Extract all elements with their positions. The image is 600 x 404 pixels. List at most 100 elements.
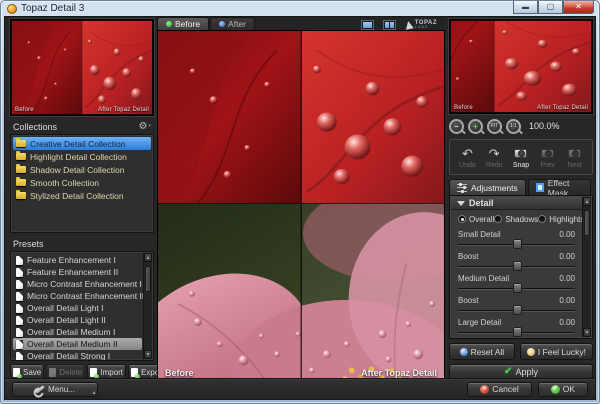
slider-handle[interactable]	[513, 305, 522, 315]
next-button[interactable]: Next	[561, 142, 588, 172]
scroll-thumb[interactable]	[145, 266, 151, 292]
save-icon	[13, 368, 20, 377]
preset-item[interactable]: Feature Enhancement II	[13, 266, 142, 278]
tab-after[interactable]: After	[210, 17, 255, 30]
zoom-fit-icon[interactable]: FIT	[487, 119, 502, 134]
slider-row: Small Detail 0.00	[458, 230, 575, 250]
slider-label: Medium Detail	[458, 274, 509, 283]
slider-value: 0.00	[559, 318, 575, 327]
preset-item[interactable]: Feature Enhancement I	[13, 254, 142, 266]
left-preview-thumbnail[interactable]: Before After Topaz Detail	[10, 19, 154, 116]
zoom-actual-icon[interactable]: 1:1	[506, 119, 521, 134]
slider-value: 0.00	[559, 230, 575, 239]
tab-effect-mask[interactable]: Effect Mask	[528, 179, 591, 195]
zoom-controls: − + FIT 1:1 100.0%	[449, 117, 593, 135]
thumb-before-label: Before	[454, 105, 473, 111]
title-bar[interactable]: Topaz Detail 3	[1, 1, 599, 16]
file-icon	[16, 316, 23, 325]
mode-shadows[interactable]: Shadows	[494, 215, 538, 224]
slider-handle[interactable]	[513, 261, 522, 271]
slider-value: 0.00	[559, 252, 575, 261]
presets-scrollbar[interactable]: ▲ ▼	[143, 253, 152, 359]
preset-item[interactable]: Overall Detail Light II	[13, 314, 142, 326]
redo-button[interactable]: ↷ Redo	[481, 142, 508, 172]
collection-item[interactable]: Stylized Detail Collection	[13, 189, 151, 202]
gear-icon[interactable]: ⚙▾	[139, 122, 151, 132]
collection-item[interactable]: Highlight Detail Collection	[13, 150, 151, 163]
preset-item[interactable]: Micro Contrast Enhancement I	[13, 278, 142, 290]
presets-header: Presets	[13, 237, 151, 250]
slider-label: Boost	[458, 296, 478, 305]
scroll-up-icon[interactable]: ▲	[583, 197, 591, 206]
slider-track[interactable]	[458, 305, 575, 316]
zoom-in-icon[interactable]: +	[468, 119, 483, 134]
collection-item[interactable]: Creative Detail Collection	[13, 137, 151, 150]
scroll-thumb[interactable]	[584, 210, 590, 236]
history-controls: ↶ Undo ↷ Redo Snap Prev Next	[449, 139, 593, 175]
file-icon	[16, 304, 23, 313]
slider-handle[interactable]	[513, 239, 522, 249]
preset-item[interactable]: Overall Detail Strong I	[13, 350, 142, 361]
topaz-triangle-icon	[404, 20, 413, 29]
preset-item[interactable]: Overall Detail Light I	[13, 302, 142, 314]
detail-actions: Reset All I Feel Lucky!	[449, 343, 593, 360]
check-icon: ✔	[504, 367, 512, 377]
thumb-after-label: After Topaz Detail	[537, 105, 588, 111]
file-icon	[16, 280, 23, 289]
slider-track[interactable]	[458, 239, 575, 250]
import-icon	[90, 368, 97, 377]
ok-button[interactable]: ✔ OK	[538, 382, 588, 397]
next-camera-icon	[568, 149, 581, 158]
sliders-icon	[457, 184, 467, 192]
collections-list: Creative Detail Collection Highlight Det…	[10, 134, 154, 233]
slider-label: Large Detail	[458, 318, 501, 327]
delete-icon	[49, 368, 56, 377]
detail-scrollbar[interactable]: ▲ ▼	[582, 197, 591, 337]
reset-all-button[interactable]: Reset All	[449, 343, 515, 360]
preset-item[interactable]: Overall Detail Medium I	[13, 326, 142, 338]
image-before-label: Before	[165, 368, 194, 378]
mode-overall[interactable]: Overall	[458, 215, 494, 224]
slider-handle[interactable]	[513, 283, 522, 293]
tab-adjustments[interactable]: Adjustments	[449, 179, 526, 195]
file-icon	[16, 352, 23, 361]
slider-row: Boost 0.00	[458, 252, 575, 272]
scroll-down-icon[interactable]: ▼	[144, 350, 152, 359]
single-view-icon[interactable]	[361, 20, 374, 30]
split-view-icon[interactable]	[383, 20, 396, 30]
collection-item[interactable]: Smooth Collection	[13, 176, 151, 189]
scroll-down-icon[interactable]: ▼	[583, 328, 591, 337]
preview-tabbar: Before After TOPAZ LABS	[157, 17, 445, 30]
close-button[interactable]: ✕	[563, 1, 594, 14]
slider-row: Medium Detail 0.00	[458, 274, 575, 294]
footer-bar: Menu... ✕ Cancel ✔ OK	[5, 378, 595, 399]
window-controls: ▬ ▢ ✕	[513, 1, 594, 14]
tab-before[interactable]: Before	[157, 17, 209, 30]
mode-highlights[interactable]: Highlights	[538, 215, 582, 224]
minimize-button[interactable]: ▬	[513, 1, 538, 14]
detail-section-header[interactable]: Detail	[451, 197, 582, 210]
snap-button[interactable]: Snap	[508, 142, 535, 172]
slider-track[interactable]	[458, 327, 575, 337]
zoom-out-icon[interactable]: −	[449, 119, 464, 134]
prev-button[interactable]: Prev	[534, 142, 561, 172]
slider-track[interactable]	[458, 261, 575, 272]
slider-handle[interactable]	[513, 327, 522, 337]
window-title: Topaz Detail 3	[21, 3, 84, 14]
slider-value: 0.00	[559, 274, 575, 283]
maximize-button[interactable]: ▢	[538, 1, 563, 14]
collection-item[interactable]: Shadow Detail Collection	[13, 163, 151, 176]
feel-lucky-button[interactable]: I Feel Lucky!	[520, 343, 593, 360]
right-preview-thumbnail[interactable]: Before After Topaz Detail	[449, 19, 593, 114]
detail-modes: Overall Shadows Highlights	[451, 210, 582, 228]
menu-button[interactable]: Menu...	[12, 382, 98, 397]
scroll-up-icon[interactable]: ▲	[144, 253, 152, 262]
cancel-button[interactable]: ✕ Cancel	[467, 382, 531, 397]
sliders-area: Small Detail 0.00 Boost 0.00	[451, 230, 582, 337]
preset-item[interactable]: Micro Contrast Enhancement II	[13, 290, 142, 302]
main-preview-image[interactable]: Before After Topaz Detail	[157, 30, 445, 384]
preset-item[interactable]: Overall Detail Medium II	[13, 338, 142, 350]
undo-button[interactable]: ↶ Undo	[454, 142, 481, 172]
folder-icon	[16, 192, 26, 199]
slider-track[interactable]	[458, 283, 575, 294]
